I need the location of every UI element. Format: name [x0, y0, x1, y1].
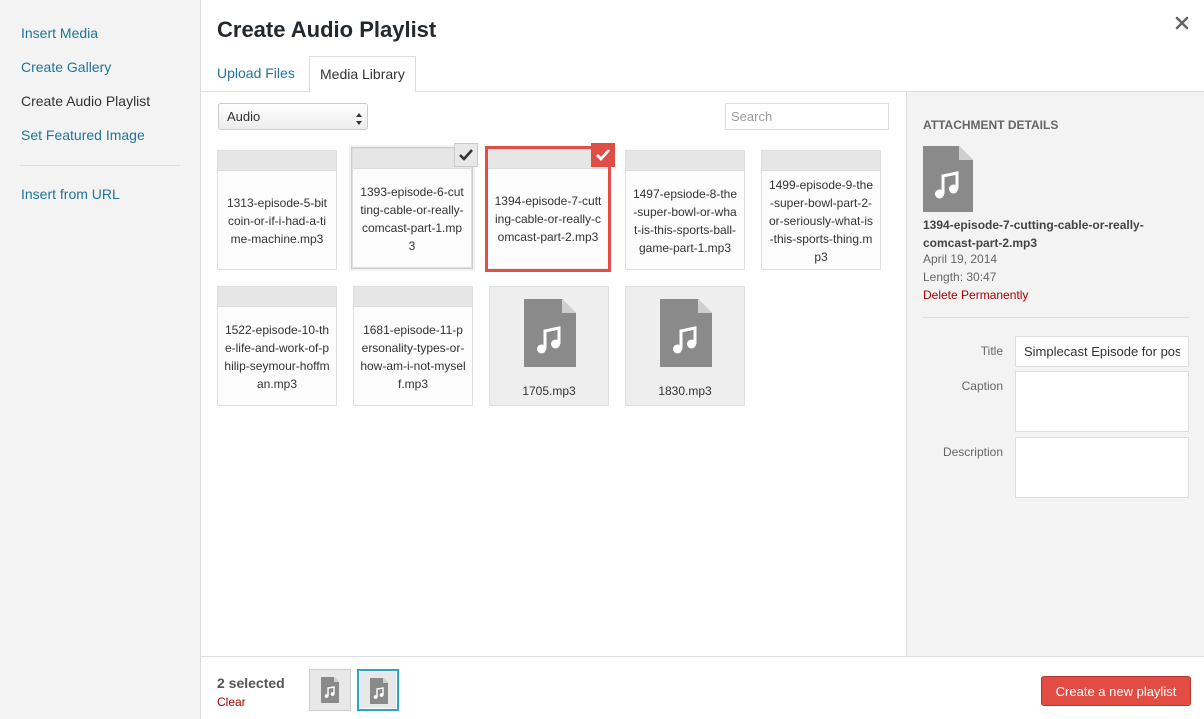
frame-title: Create Audio Playlist [217, 17, 437, 42]
audio-file-icon [370, 678, 388, 704]
menu-item-create-audio-playlist[interactable]: Create Audio Playlist [21, 93, 150, 109]
attachment-filename: 1499-episode-9-the-super-bowl-part-2-or-… [762, 171, 880, 269]
clear-selection-link[interactable]: Clear [217, 695, 246, 709]
media-toolbar: 2 selected Clear Create a new playlist [201, 656, 1204, 719]
attachment-tile[interactable]: 1681-episode-11-personality-types-or-how… [353, 286, 473, 406]
menu-separator [20, 165, 180, 166]
attachment-filename: 1394-episode-7-cutting-cable-or-really-c… [923, 218, 1144, 250]
caption-label: Caption [961, 379, 1003, 393]
media-type-filter-value: Audio [227, 109, 261, 124]
tile-topbar [488, 149, 608, 169]
tab-upload-files[interactable]: Upload Files [207, 56, 305, 92]
attachment-filename: 1522-episode-10-the-life-and-work-of-phi… [218, 307, 336, 405]
audio-file-icon [321, 677, 339, 703]
tab-media-library[interactable]: Media Library [309, 56, 416, 93]
attachment-filename: 1681-episode-11-personality-types-or-how… [354, 307, 472, 405]
attachment-filename: 1830.mp3 [658, 384, 712, 398]
media-type-filter[interactable]: Audio [218, 103, 368, 130]
audio-file-icon [660, 299, 712, 367]
create-playlist-button[interactable]: Create a new playlist [1041, 676, 1191, 706]
attachment-filename: 1497-epsiode-8-the-super-bowl-or-what-is… [626, 171, 744, 269]
title-field[interactable] [1015, 336, 1189, 367]
audio-file-icon [524, 299, 576, 367]
tile-topbar [626, 151, 744, 171]
attachment-date: April 19, 2014 [923, 252, 998, 266]
description-field[interactable] [1015, 437, 1189, 498]
attachment-filename: 1394-episode-7-cutting-cable-or-really-c… [488, 169, 608, 268]
selection-thumb-active[interactable] [357, 669, 399, 711]
menu-item-set-featured-image[interactable]: Set Featured Image [21, 127, 145, 143]
attachment-filename: 1313-episode-5-bitcoin-or-if-i-had-a-tim… [218, 171, 336, 269]
attachment-details-sidebar: ATTACHMENT DETAILS 1394-episode-7-cuttin… [906, 92, 1204, 656]
description-label: Description [942, 445, 1003, 459]
attachment-details-heading: ATTACHMENT DETAILS [923, 118, 1059, 132]
tile-topbar [354, 287, 472, 307]
tile-topbar [218, 287, 336, 307]
attachment-tile[interactable]: 1313-episode-5-bitcoin-or-if-i-had-a-tim… [217, 150, 337, 270]
tile-topbar [762, 151, 880, 171]
title-label: Title [980, 344, 1003, 358]
menu-item-insert-from-url[interactable]: Insert from URL [21, 186, 120, 202]
menu-item-create-gallery[interactable]: Create Gallery [21, 59, 111, 75]
selection-thumb[interactable] [309, 669, 351, 711]
attachments-browser: Audio 1313-episode-5-bitcoin-or-if-i-had… [201, 92, 907, 656]
tile-topbar [218, 151, 336, 171]
media-router: Upload Files Media Library [201, 56, 1204, 93]
attachment-filename: 1705.mp3 [522, 384, 576, 398]
attachment-length: Length: 30:47 [923, 270, 997, 284]
search-input[interactable] [725, 103, 889, 130]
attachment-tile[interactable]: 1499-episode-9-the-super-bowl-part-2-or-… [761, 150, 881, 270]
attachment-tile[interactable]: 1497-epsiode-8-the-super-bowl-or-what-is… [625, 150, 745, 270]
attachment-tile[interactable]: 1522-episode-10-the-life-and-work-of-phi… [217, 286, 337, 406]
delete-permanently-link[interactable]: Delete Permanently [923, 288, 1028, 302]
caption-field[interactable] [1015, 371, 1189, 432]
media-menu: Insert Media Create Gallery Create Audio… [0, 0, 201, 719]
attachment-filename: 1393-episode-6-cutting-cable-or-really-c… [353, 169, 471, 267]
select-arrows-icon [355, 109, 363, 125]
check-icon[interactable] [591, 143, 615, 167]
close-icon[interactable] [1172, 13, 1192, 33]
audio-file-icon [923, 146, 973, 212]
menu-item-insert-media[interactable]: Insert Media [21, 25, 98, 41]
selection-count: 2 selected [217, 675, 285, 691]
details-separator [923, 317, 1189, 318]
attachment-tile[interactable]: 1705.mp3 [489, 286, 609, 406]
check-icon[interactable] [454, 143, 478, 167]
attachment-tile[interactable]: 1830.mp3 [625, 286, 745, 406]
